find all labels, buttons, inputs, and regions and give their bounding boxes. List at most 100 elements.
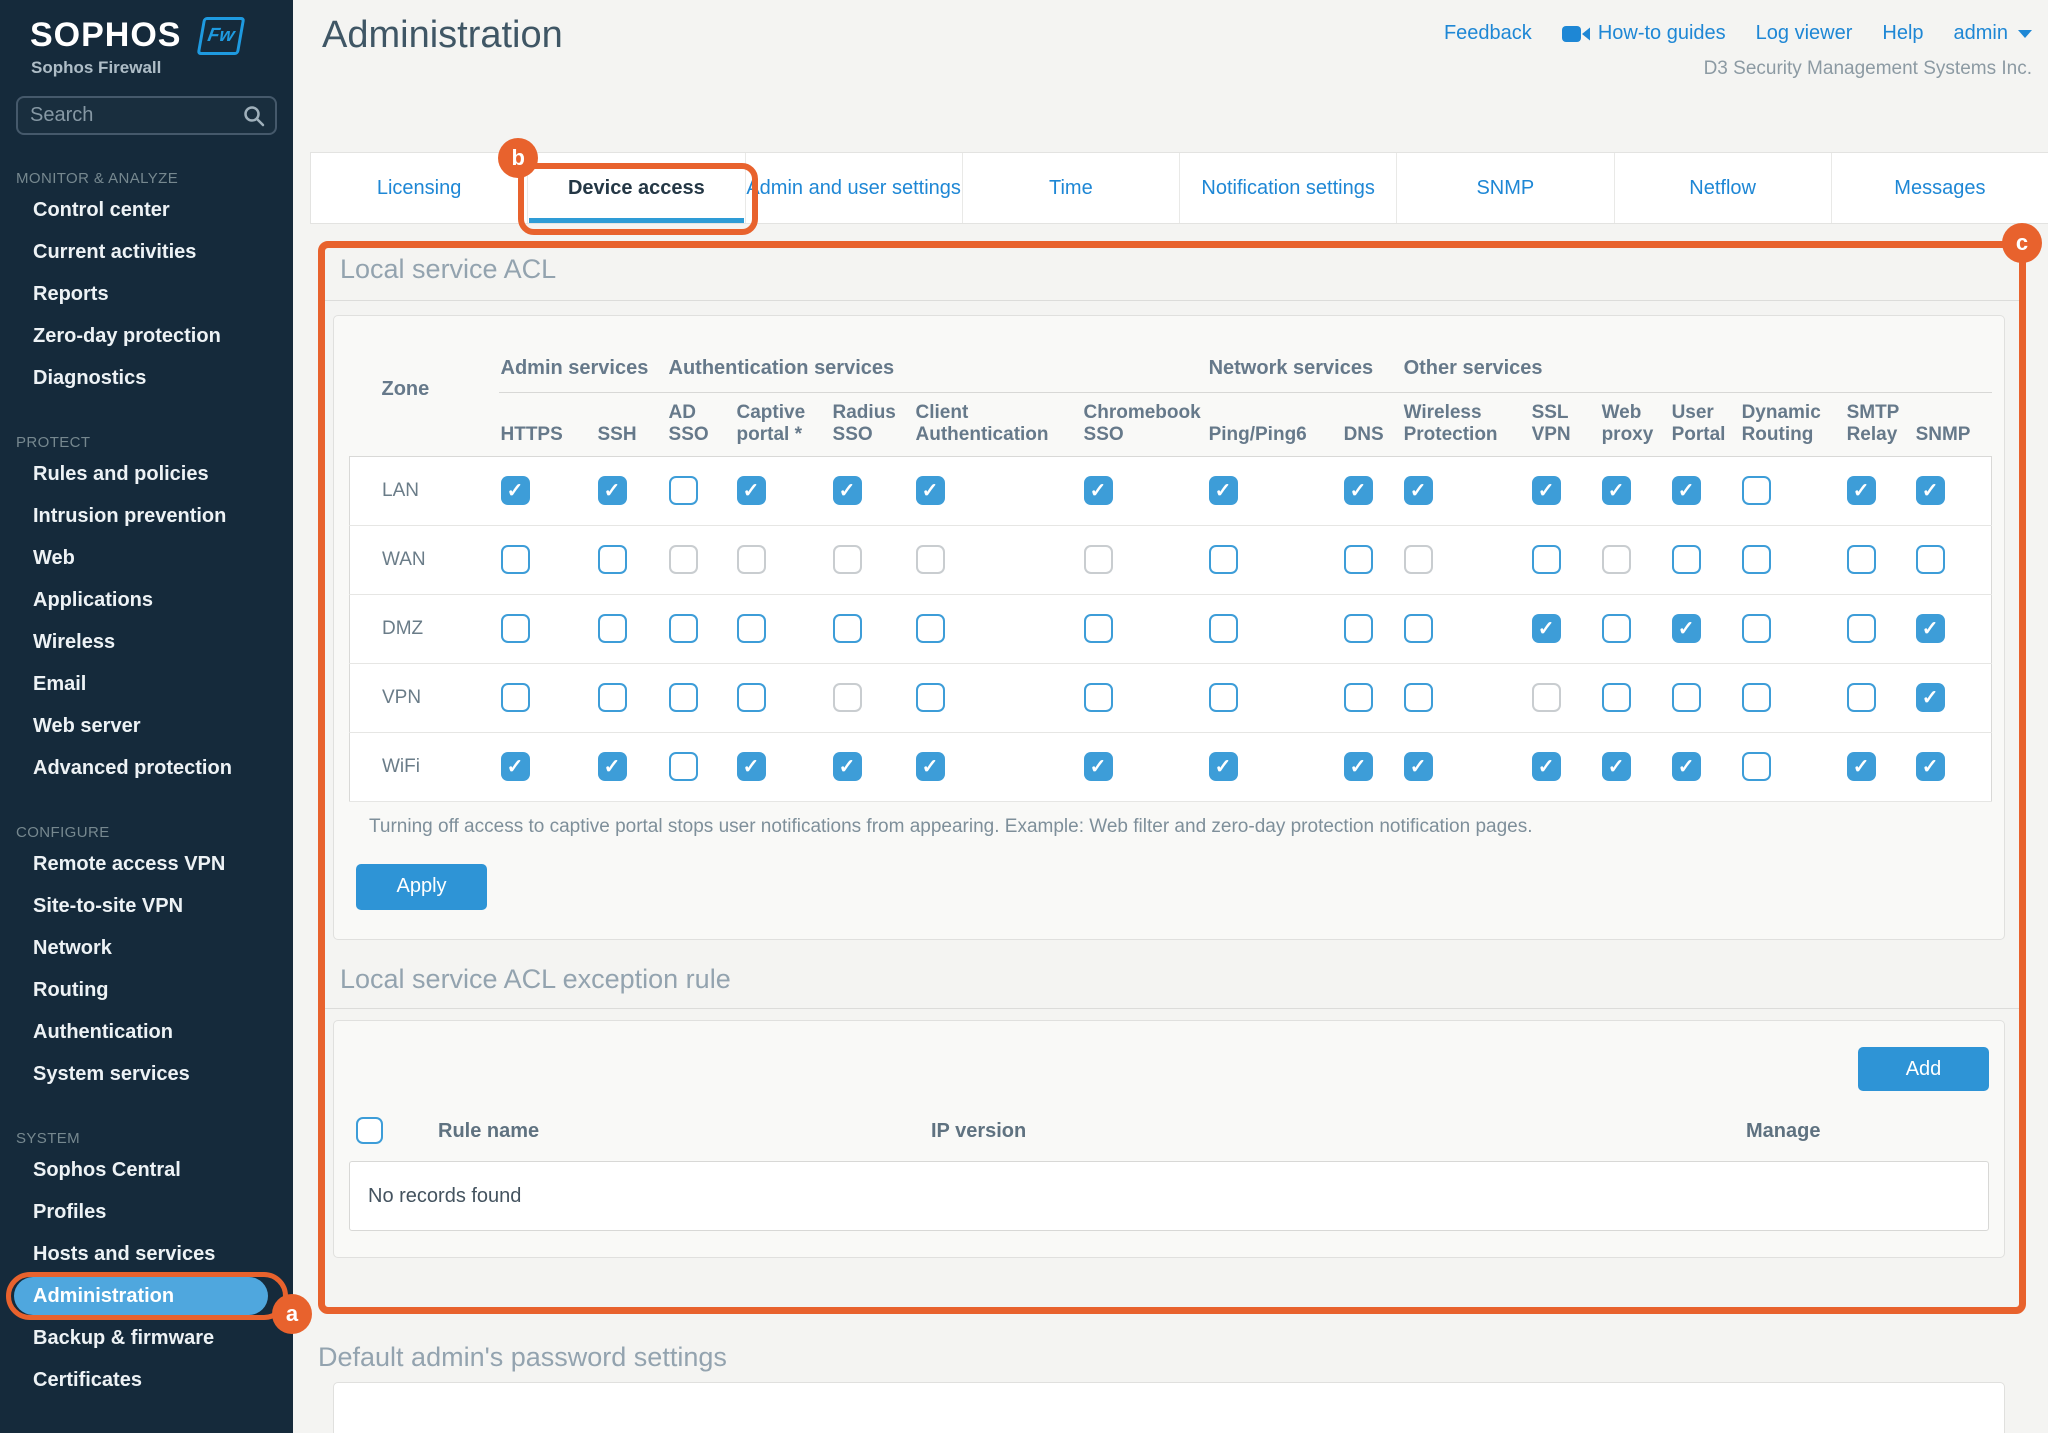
link-how-to-guides[interactable]: How-to guides	[1562, 22, 1726, 45]
acl-checkbox-lan-ssl-vpn[interactable]: ✓	[1532, 476, 1561, 505]
acl-checkbox-lan-captive-portal[interactable]: ✓	[737, 476, 766, 505]
acl-checkbox-vpn-smtp-relay[interactable]	[1847, 683, 1876, 712]
sidebar-item-current-activities[interactable]: Current activities	[0, 231, 293, 273]
acl-checkbox-lan-ad-sso[interactable]	[669, 476, 698, 505]
acl-checkbox-wifi-user-portal[interactable]: ✓	[1672, 752, 1701, 781]
sidebar-item-applications[interactable]: Applications	[0, 579, 293, 621]
tab-device-access[interactable]: Device accessb	[528, 153, 745, 223]
acl-checkbox-wan-dynamic-routing[interactable]	[1742, 545, 1771, 574]
sidebar-item-control-center[interactable]: Control center	[0, 189, 293, 231]
select-all-checkbox[interactable]	[356, 1117, 383, 1144]
acl-checkbox-dmz-dns[interactable]	[1344, 614, 1373, 643]
acl-checkbox-vpn-wireless-protection[interactable]	[1404, 683, 1433, 712]
acl-checkbox-vpn-https[interactable]	[501, 683, 530, 712]
acl-checkbox-lan-https[interactable]: ✓	[501, 476, 530, 505]
sidebar-item-rules-and-policies[interactable]: Rules and policies	[0, 453, 293, 495]
sidebar-item-diagnostics[interactable]: Diagnostics	[0, 357, 293, 399]
acl-checkbox-dmz-radius-sso[interactable]	[833, 614, 862, 643]
acl-checkbox-wan-ping-ping6[interactable]	[1209, 545, 1238, 574]
link-log-viewer[interactable]: Log viewer	[1756, 22, 1853, 45]
acl-checkbox-wan-snmp[interactable]	[1916, 545, 1945, 574]
tab-notification-settings[interactable]: Notification settings	[1180, 153, 1397, 223]
acl-checkbox-lan-ssh[interactable]: ✓	[598, 476, 627, 505]
tab-time[interactable]: Time	[963, 153, 1180, 223]
acl-checkbox-dmz-user-portal[interactable]: ✓	[1672, 614, 1701, 643]
acl-checkbox-lan-smtp-relay[interactable]: ✓	[1847, 476, 1876, 505]
acl-checkbox-lan-client-authentication[interactable]: ✓	[916, 476, 945, 505]
sidebar-item-routing[interactable]: Routing	[0, 969, 293, 1011]
link-help[interactable]: Help	[1882, 22, 1923, 45]
user-menu[interactable]: admin	[1954, 22, 2032, 45]
acl-checkbox-wan-ssl-vpn[interactable]	[1532, 545, 1561, 574]
tab-netflow[interactable]: Netflow	[1615, 153, 1832, 223]
acl-checkbox-vpn-captive-portal[interactable]	[737, 683, 766, 712]
sidebar-item-web[interactable]: Web	[0, 537, 293, 579]
acl-checkbox-vpn-dns[interactable]	[1344, 683, 1373, 712]
acl-checkbox-wifi-snmp[interactable]: ✓	[1916, 752, 1945, 781]
sidebar-item-sophos-central[interactable]: Sophos Central	[0, 1149, 293, 1191]
acl-checkbox-lan-wireless-protection[interactable]: ✓	[1404, 476, 1433, 505]
acl-checkbox-dmz-ad-sso[interactable]	[669, 614, 698, 643]
acl-checkbox-vpn-user-portal[interactable]	[1672, 683, 1701, 712]
acl-checkbox-vpn-ssh[interactable]	[598, 683, 627, 712]
acl-checkbox-dmz-https[interactable]	[501, 614, 530, 643]
acl-checkbox-vpn-client-authentication[interactable]	[916, 683, 945, 712]
sidebar-item-certificates[interactable]: Certificates	[0, 1359, 293, 1401]
acl-checkbox-wifi-radius-sso[interactable]: ✓	[833, 752, 862, 781]
acl-checkbox-wifi-client-authentication[interactable]: ✓	[916, 752, 945, 781]
sidebar-item-remote-access-vpn[interactable]: Remote access VPN	[0, 843, 293, 885]
tab-licensing[interactable]: Licensing	[311, 153, 528, 223]
acl-checkbox-wifi-ad-sso[interactable]	[669, 752, 698, 781]
acl-checkbox-vpn-chromebook-sso[interactable]	[1084, 683, 1113, 712]
tab-admin-and-user-settings[interactable]: Admin and user settings	[746, 153, 963, 223]
acl-checkbox-dmz-wireless-protection[interactable]	[1404, 614, 1433, 643]
acl-checkbox-wan-ssh[interactable]	[598, 545, 627, 574]
acl-checkbox-wifi-ssl-vpn[interactable]: ✓	[1532, 752, 1561, 781]
acl-checkbox-lan-snmp[interactable]: ✓	[1916, 476, 1945, 505]
acl-checkbox-wan-dns[interactable]	[1344, 545, 1373, 574]
acl-checkbox-dmz-snmp[interactable]: ✓	[1916, 614, 1945, 643]
sidebar-item-reports[interactable]: Reports	[0, 273, 293, 315]
sidebar-item-backup-firmware[interactable]: Backup & firmware	[0, 1317, 293, 1359]
sidebar-item-administration[interactable]: Administrationa	[14, 1277, 268, 1315]
acl-checkbox-dmz-smtp-relay[interactable]	[1847, 614, 1876, 643]
acl-checkbox-wifi-smtp-relay[interactable]: ✓	[1847, 752, 1876, 781]
acl-checkbox-dmz-client-authentication[interactable]	[916, 614, 945, 643]
sidebar-item-zero-day-protection[interactable]: Zero-day protection	[0, 315, 293, 357]
acl-checkbox-wifi-dns[interactable]: ✓	[1344, 752, 1373, 781]
acl-checkbox-wan-user-portal[interactable]	[1672, 545, 1701, 574]
acl-checkbox-dmz-dynamic-routing[interactable]	[1742, 614, 1771, 643]
acl-checkbox-lan-web-proxy[interactable]: ✓	[1602, 476, 1631, 505]
acl-checkbox-wifi-captive-portal[interactable]: ✓	[737, 752, 766, 781]
acl-checkbox-lan-user-portal[interactable]: ✓	[1672, 476, 1701, 505]
sidebar-item-hosts-and-services[interactable]: Hosts and services	[0, 1233, 293, 1275]
acl-checkbox-dmz-ssl-vpn[interactable]: ✓	[1532, 614, 1561, 643]
acl-checkbox-dmz-ssh[interactable]	[598, 614, 627, 643]
acl-checkbox-vpn-dynamic-routing[interactable]	[1742, 683, 1771, 712]
sidebar-item-email[interactable]: Email	[0, 663, 293, 705]
sidebar-item-system-services[interactable]: System services	[0, 1053, 293, 1095]
tab-messages[interactable]: Messages	[1832, 153, 2048, 223]
acl-checkbox-vpn-ad-sso[interactable]	[669, 683, 698, 712]
acl-checkbox-dmz-chromebook-sso[interactable]	[1084, 614, 1113, 643]
acl-checkbox-wifi-ping-ping6[interactable]: ✓	[1209, 752, 1238, 781]
acl-checkbox-wifi-wireless-protection[interactable]: ✓	[1404, 752, 1433, 781]
acl-checkbox-lan-radius-sso[interactable]: ✓	[833, 476, 862, 505]
acl-checkbox-lan-ping-ping6[interactable]: ✓	[1209, 476, 1238, 505]
acl-checkbox-dmz-captive-portal[interactable]	[737, 614, 766, 643]
sidebar-item-authentication[interactable]: Authentication	[0, 1011, 293, 1053]
sidebar-item-profiles[interactable]: Profiles	[0, 1191, 293, 1233]
acl-checkbox-vpn-snmp[interactable]: ✓	[1916, 683, 1945, 712]
acl-checkbox-wifi-https[interactable]: ✓	[501, 752, 530, 781]
acl-checkbox-wan-https[interactable]	[501, 545, 530, 574]
sidebar-item-intrusion-prevention[interactable]: Intrusion prevention	[0, 495, 293, 537]
acl-checkbox-vpn-ping-ping6[interactable]	[1209, 683, 1238, 712]
tab-snmp[interactable]: SNMP	[1397, 153, 1614, 223]
acl-checkbox-lan-dns[interactable]: ✓	[1344, 476, 1373, 505]
sidebar-item-wireless[interactable]: Wireless	[0, 621, 293, 663]
acl-checkbox-lan-chromebook-sso[interactable]: ✓	[1084, 476, 1113, 505]
acl-checkbox-dmz-ping-ping6[interactable]	[1209, 614, 1238, 643]
sidebar-item-network[interactable]: Network	[0, 927, 293, 969]
acl-checkbox-wifi-chromebook-sso[interactable]: ✓	[1084, 752, 1113, 781]
acl-checkbox-wifi-ssh[interactable]: ✓	[598, 752, 627, 781]
